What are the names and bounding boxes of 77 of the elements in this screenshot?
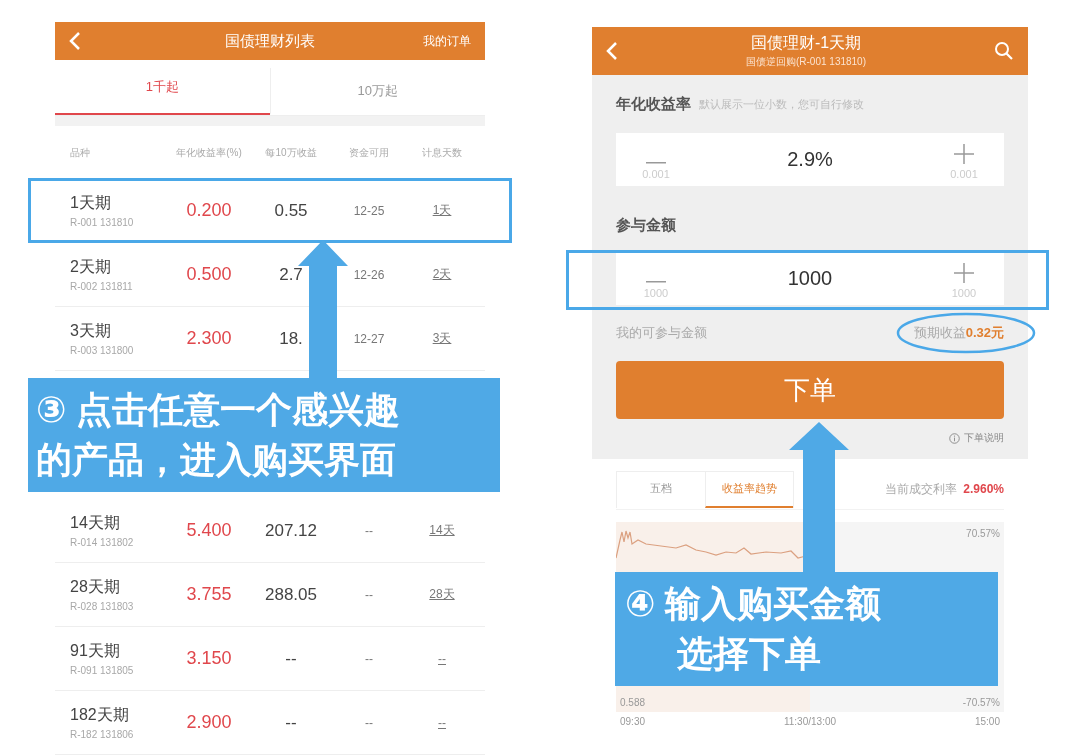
instruction-text: ④ 输入购买金额 [625,582,883,626]
expected-income-value: 0.32元 [965,324,1004,342]
income-cell: -- [285,648,297,669]
amount-value: 1000 [787,267,833,290]
instruction-text: ③ 点击任意一个感兴趣 [36,388,402,432]
axis-label: 15:00 [974,716,1000,727]
axis-label: 09:30 [620,716,646,727]
product-code: R-014 131802 [70,537,135,548]
product-code: R-091 131805 [70,665,135,676]
income-cell: -- [285,712,297,733]
axis-label: 70.57% [966,528,1000,539]
column-header: 年化收益率(%) [176,145,242,160]
minus-icon[interactable] [646,161,666,164]
instruction-text: 的产品，进入购买界面 [36,438,397,482]
date-cell: -- [365,587,373,602]
field-label: 参与金额 [616,215,676,235]
product-code: R-003 131800 [70,345,135,356]
product-code: R-002 131811 [70,281,134,292]
days-cell: 1天 [432,202,452,219]
available-amount-label: 我的可参与金额 [616,324,707,342]
income-cell: 18. [279,328,303,349]
column-header: 每10万收益 [265,145,317,160]
product-name[interactable]: 91天期 [70,641,170,662]
date-cell: -- [365,523,373,538]
rate-cell: 0.500 [186,264,232,285]
axis-label: 0.588 [620,697,646,708]
rate-cell: 3.150 [186,648,232,669]
income-cell: 207.12 [265,520,317,541]
income-cell: 2.7 [279,264,303,285]
rate-cell: 5.400 [186,520,232,541]
info-icon[interactable] [949,432,960,444]
back-icon[interactable] [606,41,618,61]
rate-value: 2.9% [787,148,833,171]
product-name[interactable]: 3天期 [70,321,170,342]
days-cell: -- [438,715,446,730]
plus-icon[interactable] [954,262,974,283]
product-name[interactable]: 182天期 [70,705,170,726]
instruction-text: 选择下单 [676,632,822,676]
screen-title: 国债理财列表 [225,31,315,51]
income-cell: 0.55 [274,200,308,221]
days-cell: 28天 [429,586,455,603]
product-name[interactable]: 1天期 [70,193,170,214]
rate-cell: 3.755 [186,584,232,605]
axis-label: 11:30/13:00 [783,716,837,727]
date-cell: 12-27 [353,331,385,346]
field-label: 年化收益率 [616,94,691,114]
product-code: R-001 131810 [70,217,135,228]
rate-cell: 2.900 [186,712,232,733]
product-code: R-182 131806 [70,729,135,740]
rate-cell: 0.200 [186,200,232,221]
days-cell: -- [438,651,446,666]
product-name[interactable]: 14天期 [70,513,170,534]
plus-icon[interactable] [954,143,974,164]
product-name[interactable]: 2天期 [70,257,170,278]
date-cell: -- [365,715,373,730]
minus-icon[interactable] [646,280,666,283]
back-icon[interactable] [69,31,81,51]
expected-income-label: 预期收益 [913,324,966,342]
column-header: 品种 [70,145,90,160]
days-cell: 3天 [432,330,452,347]
current-rate-value: 2.960% [963,482,1004,496]
screen-subtitle: 国债逆回购(R-001 131810) [745,55,866,69]
days-cell: 14天 [429,522,455,539]
income-cell: 288.05 [265,584,317,605]
rate-cell: 2.300 [186,328,232,349]
date-cell: -- [365,651,373,666]
column-header: 资金可用 [349,145,389,160]
date-cell: 12-26 [353,267,385,282]
column-header: 计息天数 [422,145,462,160]
date-cell: 12-25 [353,203,385,218]
product-name[interactable]: 28天期 [70,577,170,598]
search-icon[interactable] [994,41,1014,61]
days-cell: 2天 [432,266,452,283]
axis-label: -70.57% [962,697,1000,708]
product-code: R-028 131803 [70,601,135,612]
screen-title: 国债理财-1天期 [750,33,862,53]
current-rate-label: 当前成交利率 [885,480,958,498]
